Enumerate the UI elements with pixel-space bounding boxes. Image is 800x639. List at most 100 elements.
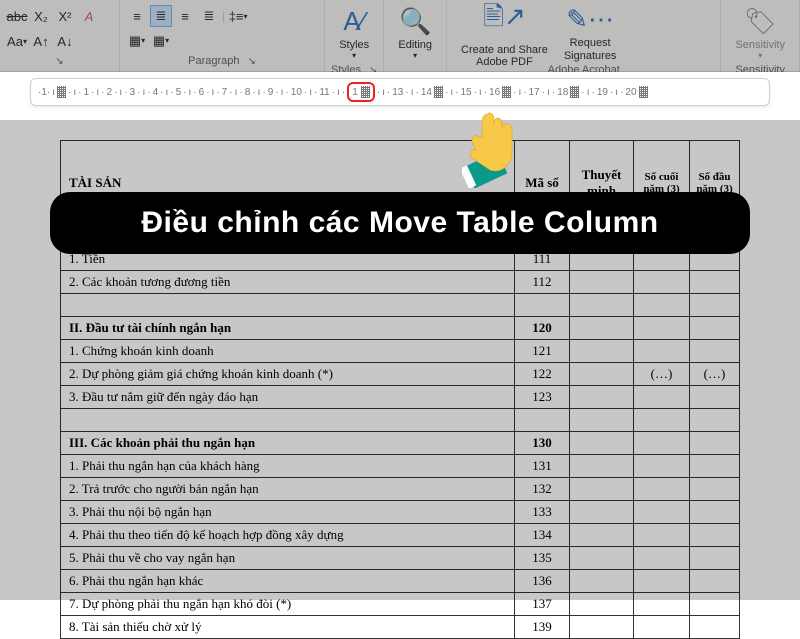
borders-button[interactable]: ▦▾ — [150, 30, 172, 52]
asset-cell: 2. Trả trước cho người bán ngắn hạn — [61, 478, 515, 501]
code-cell: 137 — [515, 593, 570, 616]
end-cell — [634, 271, 690, 294]
code-cell: 122 — [515, 363, 570, 386]
create-pdf-button[interactable]: 🖹↗ Create and Share Adobe PDF — [453, 4, 556, 62]
start-cell — [690, 524, 740, 547]
styles-icon: A⁄ — [343, 6, 365, 37]
end-cell — [634, 455, 690, 478]
superscript-button[interactable]: X² — [54, 5, 76, 27]
grow-font-button[interactable]: A↑ — [30, 30, 52, 52]
asset-cell: 4. Phải thu theo tiến độ kế hoạch hợp đồ… — [61, 524, 515, 547]
note-cell — [570, 478, 634, 501]
table-row[interactable]: 6. Phải thu ngắn hạn khác136 — [61, 570, 740, 593]
end-cell — [634, 478, 690, 501]
start-cell — [690, 432, 740, 455]
align-center-button[interactable]: ≣ — [150, 5, 172, 27]
line-spacing-button[interactable]: ‡≡▾ — [227, 5, 249, 27]
table-row[interactable]: 2. Trả trước cho người bán ngắn hạn132 — [61, 478, 740, 501]
shading-button[interactable]: ▦▾ — [126, 30, 148, 52]
end-cell — [634, 593, 690, 616]
start-cell — [690, 317, 740, 340]
end-cell — [634, 524, 690, 547]
table-row[interactable]: 1. Chứng khoán kinh doanh121 — [61, 340, 740, 363]
table-row[interactable]: 4. Phải thu theo tiến độ kế hoạch hợp đồ… — [61, 524, 740, 547]
sensitivity-icon: 🏷 — [744, 6, 777, 37]
align-left-button[interactable]: ≡ — [126, 5, 148, 27]
styles-button[interactable]: A⁄ Styles ▾ — [331, 4, 377, 62]
subscript-button[interactable]: X₂ — [30, 5, 52, 27]
start-cell — [690, 455, 740, 478]
pdf-share-icon: 🖹↗ — [483, 0, 526, 42]
code-cell: 139 — [515, 616, 570, 639]
asset-cell: 6. Phải thu ngắn hạn khác — [61, 570, 515, 593]
spacer-row — [61, 409, 740, 432]
table-row[interactable]: 2. Các khoản tương đương tiền112 — [61, 271, 740, 294]
asset-cell: 2. Dự phòng giảm giá chứng khoán kinh do… — [61, 363, 515, 386]
ruler-container: ·1·ı·ı·1·ı·2·ı·3·ı·4·ı·5·ı·6·ı·7·ı·8·ı·9… — [0, 72, 800, 120]
table-row[interactable]: 1. Phải thu ngắn hạn của khách hàng131 — [61, 455, 740, 478]
asset-cell: II. Đầu tư tài chính ngắn hạn — [61, 317, 515, 340]
table-row[interactable]: II. Đầu tư tài chính ngắn hạn120 — [61, 317, 740, 340]
font-dialog-launcher[interactable]: ↘ — [55, 56, 63, 67]
clear-formatting-button[interactable]: A — [78, 5, 100, 27]
start-cell — [690, 593, 740, 616]
note-cell — [570, 340, 634, 363]
note-cell — [570, 455, 634, 478]
note-cell — [570, 363, 634, 386]
pointing-hand-icon — [462, 108, 522, 188]
table-row[interactable]: 3. Đầu tư nắm giữ đến ngày đáo hạn123 — [61, 386, 740, 409]
editing-button[interactable]: 🔍 Editing ▾ — [390, 4, 440, 62]
table-row[interactable]: III. Các khoản phải thu ngắn hạn130 — [61, 432, 740, 455]
end-cell — [634, 386, 690, 409]
end-cell: (…) — [634, 363, 690, 386]
start-cell — [690, 271, 740, 294]
sensitivity-button[interactable]: 🏷 Sensitivity ▾ — [727, 4, 793, 62]
asset-cell: 1. Chứng khoán kinh doanh — [61, 340, 515, 363]
end-cell — [634, 570, 690, 593]
spacer-row — [61, 294, 740, 317]
table-row[interactable]: 3. Phải thu nội bộ ngắn hạn133 — [61, 501, 740, 524]
note-cell — [570, 317, 634, 340]
justify-button[interactable]: ≣ — [198, 5, 220, 27]
acrobat-group: 🖹↗ Create and Share Adobe PDF ✎⋯ Request… — [447, 0, 721, 71]
code-cell: 130 — [515, 432, 570, 455]
paragraph-group-label: Paragraph — [188, 55, 239, 67]
signature-icon: ✎⋯ — [566, 4, 614, 35]
horizontal-ruler[interactable]: ·1·ı·ı·1·ı·2·ı·3·ı·4·ı·5·ı·6·ı·7·ı·8·ı·9… — [30, 78, 770, 106]
note-cell — [570, 547, 634, 570]
table-row[interactable]: 5. Phải thu về cho vay ngắn hạn135 — [61, 547, 740, 570]
align-right-button[interactable]: ≡ — [174, 5, 196, 27]
start-cell — [690, 570, 740, 593]
editing-button-label: Editing — [398, 39, 432, 51]
request-signatures-button[interactable]: ✎⋯ Request Signatures — [556, 4, 625, 62]
asset-cell: 3. Đầu tư nắm giữ đến ngày đáo hạn — [61, 386, 515, 409]
start-cell — [690, 616, 740, 639]
note-cell — [570, 386, 634, 409]
code-cell: 121 — [515, 340, 570, 363]
sensitivity-group: 🏷 Sensitivity ▾ Sensitivity — [721, 0, 800, 71]
asset-cell: 2. Các khoản tương đương tiền — [61, 271, 515, 294]
note-cell — [570, 501, 634, 524]
table-row[interactable]: 7. Dự phòng phải thu ngắn hạn khó đòi (*… — [61, 593, 740, 616]
end-cell — [634, 616, 690, 639]
find-icon: 🔍 — [399, 6, 431, 37]
note-cell — [570, 570, 634, 593]
instruction-banner: Điều chỉnh các Move Table Column — [50, 192, 750, 254]
shrink-font-button[interactable]: A↓ — [54, 30, 76, 52]
start-cell — [690, 386, 740, 409]
editing-group: 🔍 Editing ▾ — [384, 0, 447, 71]
change-case-button[interactable]: Aa▾ — [6, 30, 28, 52]
table-row[interactable]: 2. Dự phòng giảm giá chứng khoán kinh do… — [61, 363, 740, 386]
end-cell — [634, 317, 690, 340]
table-row[interactable]: 8. Tài sản thiếu chờ xử lý139 — [61, 616, 740, 639]
asset-cell: III. Các khoản phải thu ngắn hạn — [61, 432, 515, 455]
code-cell: 123 — [515, 386, 570, 409]
asset-cell: 1. Phải thu ngắn hạn của khách hàng — [61, 455, 515, 478]
strikethrough-button[interactable]: abc — [6, 5, 28, 27]
code-cell: 135 — [515, 547, 570, 570]
asset-cell: 5. Phải thu về cho vay ngắn hạn — [61, 547, 515, 570]
asset-cell: 3. Phải thu nội bộ ngắn hạn — [61, 501, 515, 524]
paragraph-dialog-launcher[interactable]: ↘ — [247, 56, 255, 67]
end-cell — [634, 432, 690, 455]
request-signatures-label: Request Signatures — [564, 37, 617, 61]
